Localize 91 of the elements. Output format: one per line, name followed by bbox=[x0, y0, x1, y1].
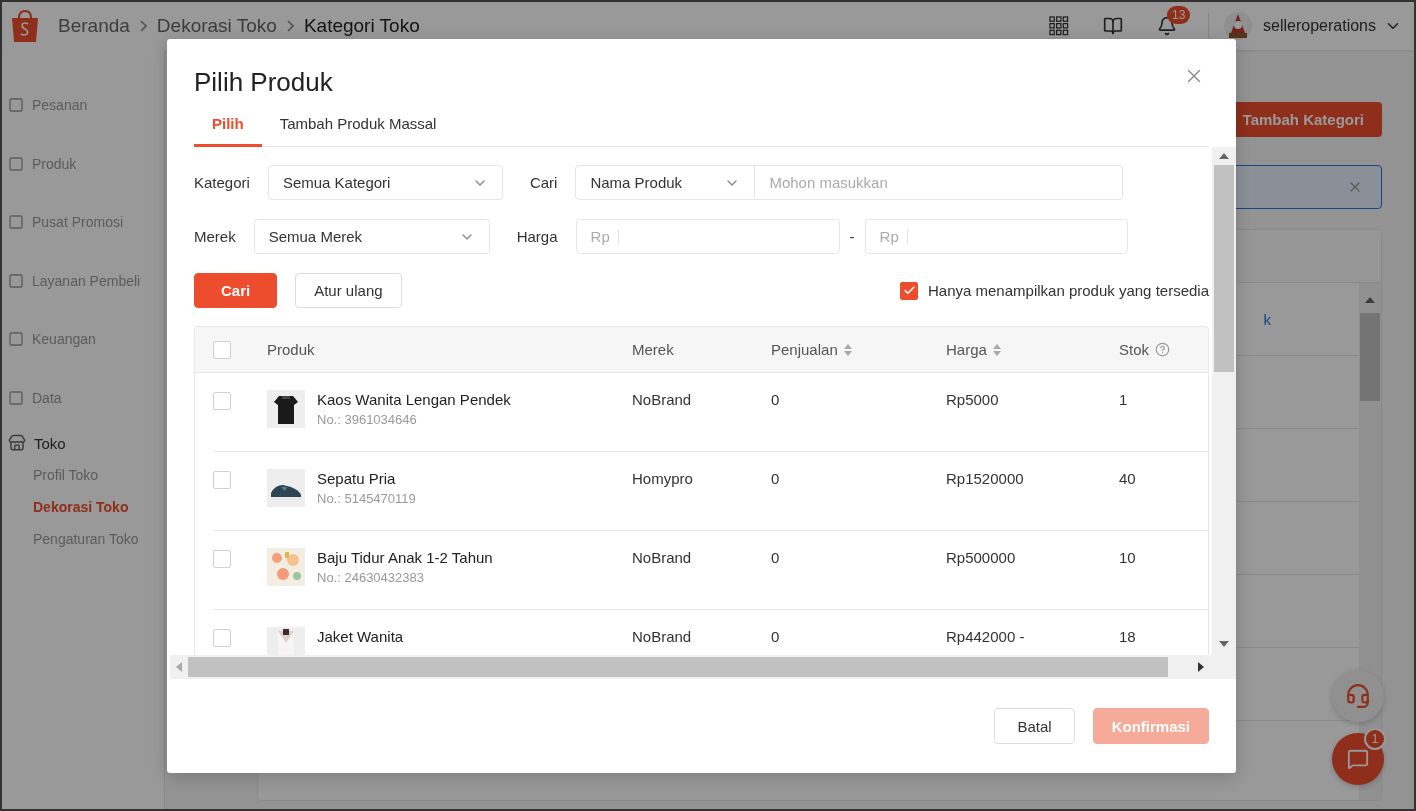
column-header: Merek bbox=[632, 341, 674, 358]
range-dash: - bbox=[849, 228, 855, 245]
sidebar-section[interactable]: Pesanan bbox=[32, 97, 88, 114]
field-label: Merek bbox=[194, 228, 236, 245]
check-icon bbox=[902, 284, 916, 297]
column-header[interactable]: Harga bbox=[946, 341, 987, 358]
scroll-left-icon[interactable] bbox=[176, 662, 182, 672]
table-link[interactable]: k bbox=[1263, 310, 1271, 328]
table-cell-text: 0 bbox=[771, 548, 781, 566]
product-name: Sepatu Pria bbox=[317, 470, 397, 487]
category-select[interactable]: Semua Kategori bbox=[267, 165, 503, 200]
checkbox[interactable] bbox=[213, 629, 231, 647]
table-cell-text: Rp442000 - bbox=[946, 627, 1026, 645]
checkbox-label[interactable]: Hanya menampilkan produk yang tersedia bbox=[928, 282, 1209, 299]
breadcrumb-link[interactable]: Dekorasi Toko bbox=[156, 15, 277, 37]
table-cell-text: 0 bbox=[771, 390, 781, 408]
table-cell-text: Rp1520000 bbox=[946, 469, 1025, 487]
sidebar-item[interactable]: Dekorasi Toko bbox=[2, 491, 164, 523]
breadcrumb-link[interactable]: Beranda bbox=[58, 15, 130, 37]
tab[interactable]: Pilih bbox=[194, 103, 262, 147]
brand-select[interactable]: Semua Merek bbox=[253, 219, 490, 254]
horizontal-scrollbar[interactable] bbox=[170, 655, 1212, 679]
sidebar-section[interactable]: Data bbox=[32, 389, 62, 406]
table-cell-text: 0 bbox=[771, 627, 781, 645]
min-price-field[interactable]: Rp bbox=[575, 219, 840, 254]
chevron-right-icon bbox=[286, 20, 294, 32]
scroll-thumb[interactable] bbox=[188, 657, 1168, 677]
product-number: No.: 3961034646 bbox=[317, 412, 418, 427]
sidebar-item[interactable]: Profil Toko bbox=[2, 459, 164, 491]
store-icon bbox=[8, 434, 26, 452]
checkbox[interactable] bbox=[213, 471, 231, 489]
scroll-thumb[interactable] bbox=[1214, 165, 1234, 372]
table-cell-text: NoBrand bbox=[632, 548, 693, 566]
cancel-button[interactable]: Batal bbox=[994, 708, 1075, 744]
product-name: Kaos Wanita Lengan Pendek bbox=[317, 391, 511, 408]
scroll-up-icon[interactable] bbox=[1219, 153, 1229, 159]
scroll-right-icon[interactable] bbox=[1198, 662, 1204, 672]
table-cell-text: Homypro bbox=[632, 469, 694, 487]
sidebar-section[interactable]: Produk bbox=[32, 155, 77, 172]
sidebar-section[interactable]: Pusat Promosi bbox=[32, 214, 124, 231]
max-price-field[interactable]: Rp bbox=[864, 219, 1128, 254]
sidebar-item[interactable]: Pengaturan Toko bbox=[2, 523, 164, 555]
product-number: No.: 5145470119 bbox=[317, 491, 416, 506]
checkbox[interactable] bbox=[900, 281, 918, 300]
shop-bag-logo-icon[interactable] bbox=[10, 9, 40, 43]
reset-button[interactable]: Atur ulang bbox=[295, 273, 402, 308]
scroll-down-icon[interactable] bbox=[1219, 641, 1229, 647]
chat-badge: 1 bbox=[1364, 728, 1386, 750]
checkbox[interactable] bbox=[213, 392, 231, 410]
field-label: Harga bbox=[516, 228, 558, 245]
product-name: Baju Tidur Anak 1-2 Tahun bbox=[317, 549, 493, 566]
search-field[interactable]: Mohon masukkan bbox=[755, 165, 1124, 200]
table-cell-text: 18 bbox=[1119, 627, 1137, 645]
sidebar-section[interactable]: Keuangan bbox=[32, 331, 96, 348]
dialog-title: Pilih Produk bbox=[194, 67, 333, 97]
checkbox[interactable] bbox=[213, 340, 231, 359]
table-cell-text: 0 bbox=[771, 469, 781, 487]
help-icon[interactable] bbox=[1155, 342, 1170, 357]
field-label: Kategori bbox=[194, 174, 250, 191]
field-label: Cari bbox=[529, 174, 558, 191]
product-number: No.: 24630432383 bbox=[317, 570, 425, 585]
vertical-scrollbar[interactable] bbox=[1212, 147, 1236, 679]
search-type-select[interactable]: Nama Produk bbox=[575, 165, 756, 200]
table-cell-text: 40 bbox=[1119, 469, 1137, 487]
column-header[interactable]: Penjualan bbox=[771, 341, 838, 358]
username[interactable]: selleroperations bbox=[1263, 17, 1376, 35]
table-cell-text: NoBrand bbox=[632, 627, 693, 645]
book-icon[interactable] bbox=[1103, 16, 1124, 36]
sort-icon[interactable] bbox=[992, 343, 1001, 356]
scroll-up-icon[interactable] bbox=[1365, 297, 1375, 303]
table-cell-text: 10 bbox=[1119, 548, 1137, 566]
sidebar-section[interactable]: Toko bbox=[34, 434, 66, 452]
scroll-thumb[interactable] bbox=[1360, 313, 1380, 401]
avatar-icon[interactable] bbox=[1223, 11, 1254, 41]
headset-icon bbox=[1345, 683, 1371, 709]
table-cell-text: 1 bbox=[1119, 390, 1129, 408]
sort-icon[interactable] bbox=[843, 343, 852, 356]
product-name: Jaket Wanita bbox=[317, 628, 404, 645]
chevron-right-icon bbox=[139, 20, 147, 32]
table-cell-text: Rp5000 bbox=[946, 390, 1000, 408]
apps-grid-icon[interactable] bbox=[1049, 16, 1070, 36]
table-cell-text: Rp500000 bbox=[946, 548, 1017, 566]
column-header: Stok bbox=[1119, 341, 1149, 358]
checkbox[interactable] bbox=[213, 550, 231, 568]
search-button[interactable]: Cari bbox=[194, 273, 278, 308]
chat-icon bbox=[1347, 748, 1369, 770]
sidebar-section[interactable]: Layanan Pembeli bbox=[32, 272, 141, 289]
notification-badge: 13 bbox=[1167, 6, 1191, 24]
tab[interactable]: Tambah Produk Massal bbox=[261, 103, 455, 147]
table-cell-text: NoBrand bbox=[632, 390, 693, 408]
column-header: Produk bbox=[267, 341, 315, 358]
